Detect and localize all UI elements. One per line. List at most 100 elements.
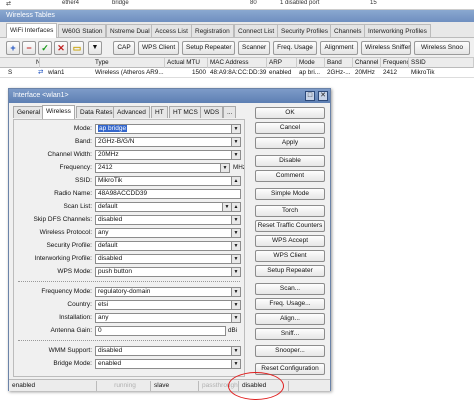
chevron-down-icon[interactable]: ▼ bbox=[232, 313, 241, 323]
tab-access-list[interactable]: Access List bbox=[151, 24, 192, 37]
col-name[interactable]: Name bbox=[0, 58, 40, 68]
chevron-down-icon[interactable]: ▼ bbox=[232, 267, 241, 277]
wps-client-button[interactable]: WPS Client bbox=[138, 41, 179, 55]
scan-button[interactable]: Scan... bbox=[255, 283, 325, 295]
wps-accept-button[interactable]: WPS Accept bbox=[255, 235, 325, 247]
tab-ht-mcs[interactable]: HT MCS bbox=[169, 106, 202, 118]
chevron-down-icon[interactable]: ▼ bbox=[232, 137, 241, 147]
chevron-down-icon[interactable]: ▼ bbox=[232, 241, 241, 251]
chevron-down-icon[interactable]: ▼ bbox=[223, 202, 232, 212]
tab-w60g-station[interactable]: W60G Station bbox=[58, 24, 107, 37]
filter-icon[interactable]: ▼ bbox=[88, 41, 102, 55]
wireless-protocol-select[interactable]: any bbox=[95, 228, 232, 238]
tab-connect-list[interactable]: Connect List bbox=[234, 24, 279, 37]
divider bbox=[18, 340, 240, 341]
setup-repeater-button[interactable]: Setup Repeater bbox=[182, 41, 235, 55]
col-band[interactable]: Band bbox=[325, 58, 353, 68]
comment-icon[interactable]: ▭ bbox=[70, 41, 84, 55]
tab-wifi-interfaces[interactable]: WiFi Interfaces bbox=[6, 23, 58, 38]
channel-width-select[interactable]: 20MHz bbox=[95, 150, 232, 160]
remnant-cell: 1 disabled port bbox=[280, 0, 320, 6]
torch-button[interactable]: Torch bbox=[255, 205, 325, 217]
tab-security-profiles[interactable]: Security Profiles bbox=[277, 24, 332, 37]
security-profile-select[interactable]: default bbox=[95, 241, 232, 251]
bridge-mode-select[interactable]: enabled bbox=[95, 359, 232, 369]
chevron-down-icon[interactable]: ▼ bbox=[232, 300, 241, 310]
country-select[interactable]: etsi bbox=[95, 300, 232, 310]
sniff-button[interactable]: Sniff... bbox=[255, 328, 325, 340]
col-mac[interactable]: MAC Address bbox=[208, 58, 267, 68]
col-arp[interactable]: ARP bbox=[267, 58, 297, 68]
skip-dfs-select[interactable]: disabled bbox=[95, 215, 232, 225]
col-type[interactable]: Type bbox=[93, 58, 165, 68]
tab-data-rates[interactable]: Data Rates bbox=[76, 106, 117, 118]
tab-nstreme-dual[interactable]: Nstreme Dual bbox=[106, 24, 154, 37]
band-select[interactable]: 2GHz-B/G/N bbox=[95, 137, 232, 147]
chevron-down-icon[interactable]: ▼ bbox=[232, 215, 241, 225]
restore-icon[interactable]: □ bbox=[305, 91, 315, 101]
disable-icon[interactable]: ✕ bbox=[54, 41, 68, 55]
frequency-mode-select[interactable]: regulatory-domain bbox=[95, 287, 232, 297]
chevron-down-icon[interactable]: ▼ bbox=[232, 228, 241, 238]
align-button[interactable]: Align... bbox=[255, 313, 325, 325]
close-icon[interactable]: ✕ bbox=[318, 91, 328, 101]
toolbar: + − ✓ ✕ ▭ ▼ CAP WPS Client Setup Repeate… bbox=[0, 38, 474, 58]
cap-button[interactable]: CAP bbox=[113, 41, 135, 55]
wmm-support-select[interactable]: disabled bbox=[95, 346, 232, 356]
apply-button[interactable]: Apply bbox=[255, 137, 325, 149]
radio-name-field[interactable]: 48A98ACCDD39 bbox=[95, 189, 241, 199]
tab-registration[interactable]: Registration bbox=[191, 24, 234, 37]
wps-client-button[interactable]: WPS Client bbox=[255, 250, 325, 262]
reset-traffic-counters-button[interactable]: Reset Traffic Counters bbox=[255, 220, 325, 232]
disable-button[interactable]: Disable bbox=[255, 155, 325, 167]
row-frequency: 2412 bbox=[383, 69, 398, 76]
collapse-icon[interactable]: ▲ bbox=[232, 176, 241, 186]
chevron-down-icon[interactable]: ▼ bbox=[232, 254, 241, 264]
col-ssid[interactable]: SSID bbox=[409, 58, 474, 68]
wireless-sniffer-button[interactable]: Wireless Sniffer bbox=[361, 41, 411, 55]
row-wireless-icon: ⇄ bbox=[38, 69, 44, 76]
tab-ht[interactable]: HT bbox=[151, 106, 168, 118]
tab-more[interactable]: ... bbox=[223, 106, 237, 118]
wps-mode-select[interactable]: push button bbox=[95, 267, 232, 277]
alignment-button[interactable]: Alignment bbox=[320, 41, 358, 55]
tab-advanced[interactable]: Advanced bbox=[113, 106, 150, 118]
add-icon[interactable]: + bbox=[6, 41, 20, 55]
col-mode[interactable]: Mode bbox=[297, 58, 325, 68]
tab-general[interactable]: General bbox=[13, 106, 45, 118]
chevron-down-icon[interactable]: ▼ bbox=[232, 346, 241, 356]
setup-repeater-button[interactable]: Setup Repeater bbox=[255, 265, 325, 277]
remove-icon[interactable]: − bbox=[22, 41, 36, 55]
comment-button[interactable]: Comment bbox=[255, 170, 325, 182]
tab-channels[interactable]: Channels bbox=[330, 24, 366, 37]
chevron-down-icon[interactable]: ▼ bbox=[232, 150, 241, 160]
enable-icon[interactable]: ✓ bbox=[38, 41, 52, 55]
simple-mode-button[interactable]: Simple Mode bbox=[255, 188, 325, 200]
collapse-icon[interactable]: ▲ bbox=[232, 202, 241, 212]
tab-wireless[interactable]: Wireless bbox=[42, 105, 75, 119]
table-row[interactable]: S ⇄ wlan1 Wireless (Atheros AR9... 1500 … bbox=[0, 68, 474, 78]
frequency-select[interactable]: 2412 bbox=[95, 163, 221, 173]
tab-wds[interactable]: WDS bbox=[200, 106, 224, 118]
interworking-profile-select[interactable]: disabled bbox=[95, 254, 232, 264]
snooper-button[interactable]: Snooper... bbox=[255, 345, 325, 357]
col-mtu[interactable]: Actual MTU bbox=[165, 58, 208, 68]
cancel-button[interactable]: Cancel bbox=[255, 122, 325, 134]
freq-usage-button[interactable]: Freq. Usage... bbox=[255, 298, 325, 310]
wireless-snooper-button[interactable]: Wireless Snoo bbox=[414, 41, 470, 55]
ssid-field[interactable]: MikroTik bbox=[95, 176, 232, 186]
installation-select[interactable]: any bbox=[95, 313, 232, 323]
freq-usage-button[interactable]: Freq. Usage bbox=[273, 41, 317, 55]
ok-button[interactable]: OK bbox=[255, 107, 325, 119]
scanner-button[interactable]: Scanner bbox=[238, 41, 270, 55]
chevron-down-icon[interactable]: ▼ bbox=[221, 163, 230, 173]
chevron-down-icon[interactable]: ▼ bbox=[232, 124, 241, 134]
tab-interworking-profiles[interactable]: Interworking Profiles bbox=[364, 24, 431, 37]
mode-select[interactable]: ap bridge bbox=[95, 124, 232, 134]
col-channel-width[interactable]: Channel Width bbox=[353, 58, 381, 68]
chevron-down-icon[interactable]: ▼ bbox=[232, 287, 241, 297]
col-frequency[interactable]: Frequency bbox=[381, 58, 409, 68]
antenna-gain-field[interactable]: 0 bbox=[95, 326, 226, 336]
scan-list-select[interactable]: default bbox=[95, 202, 223, 212]
chevron-down-icon[interactable]: ▼ bbox=[232, 359, 241, 369]
